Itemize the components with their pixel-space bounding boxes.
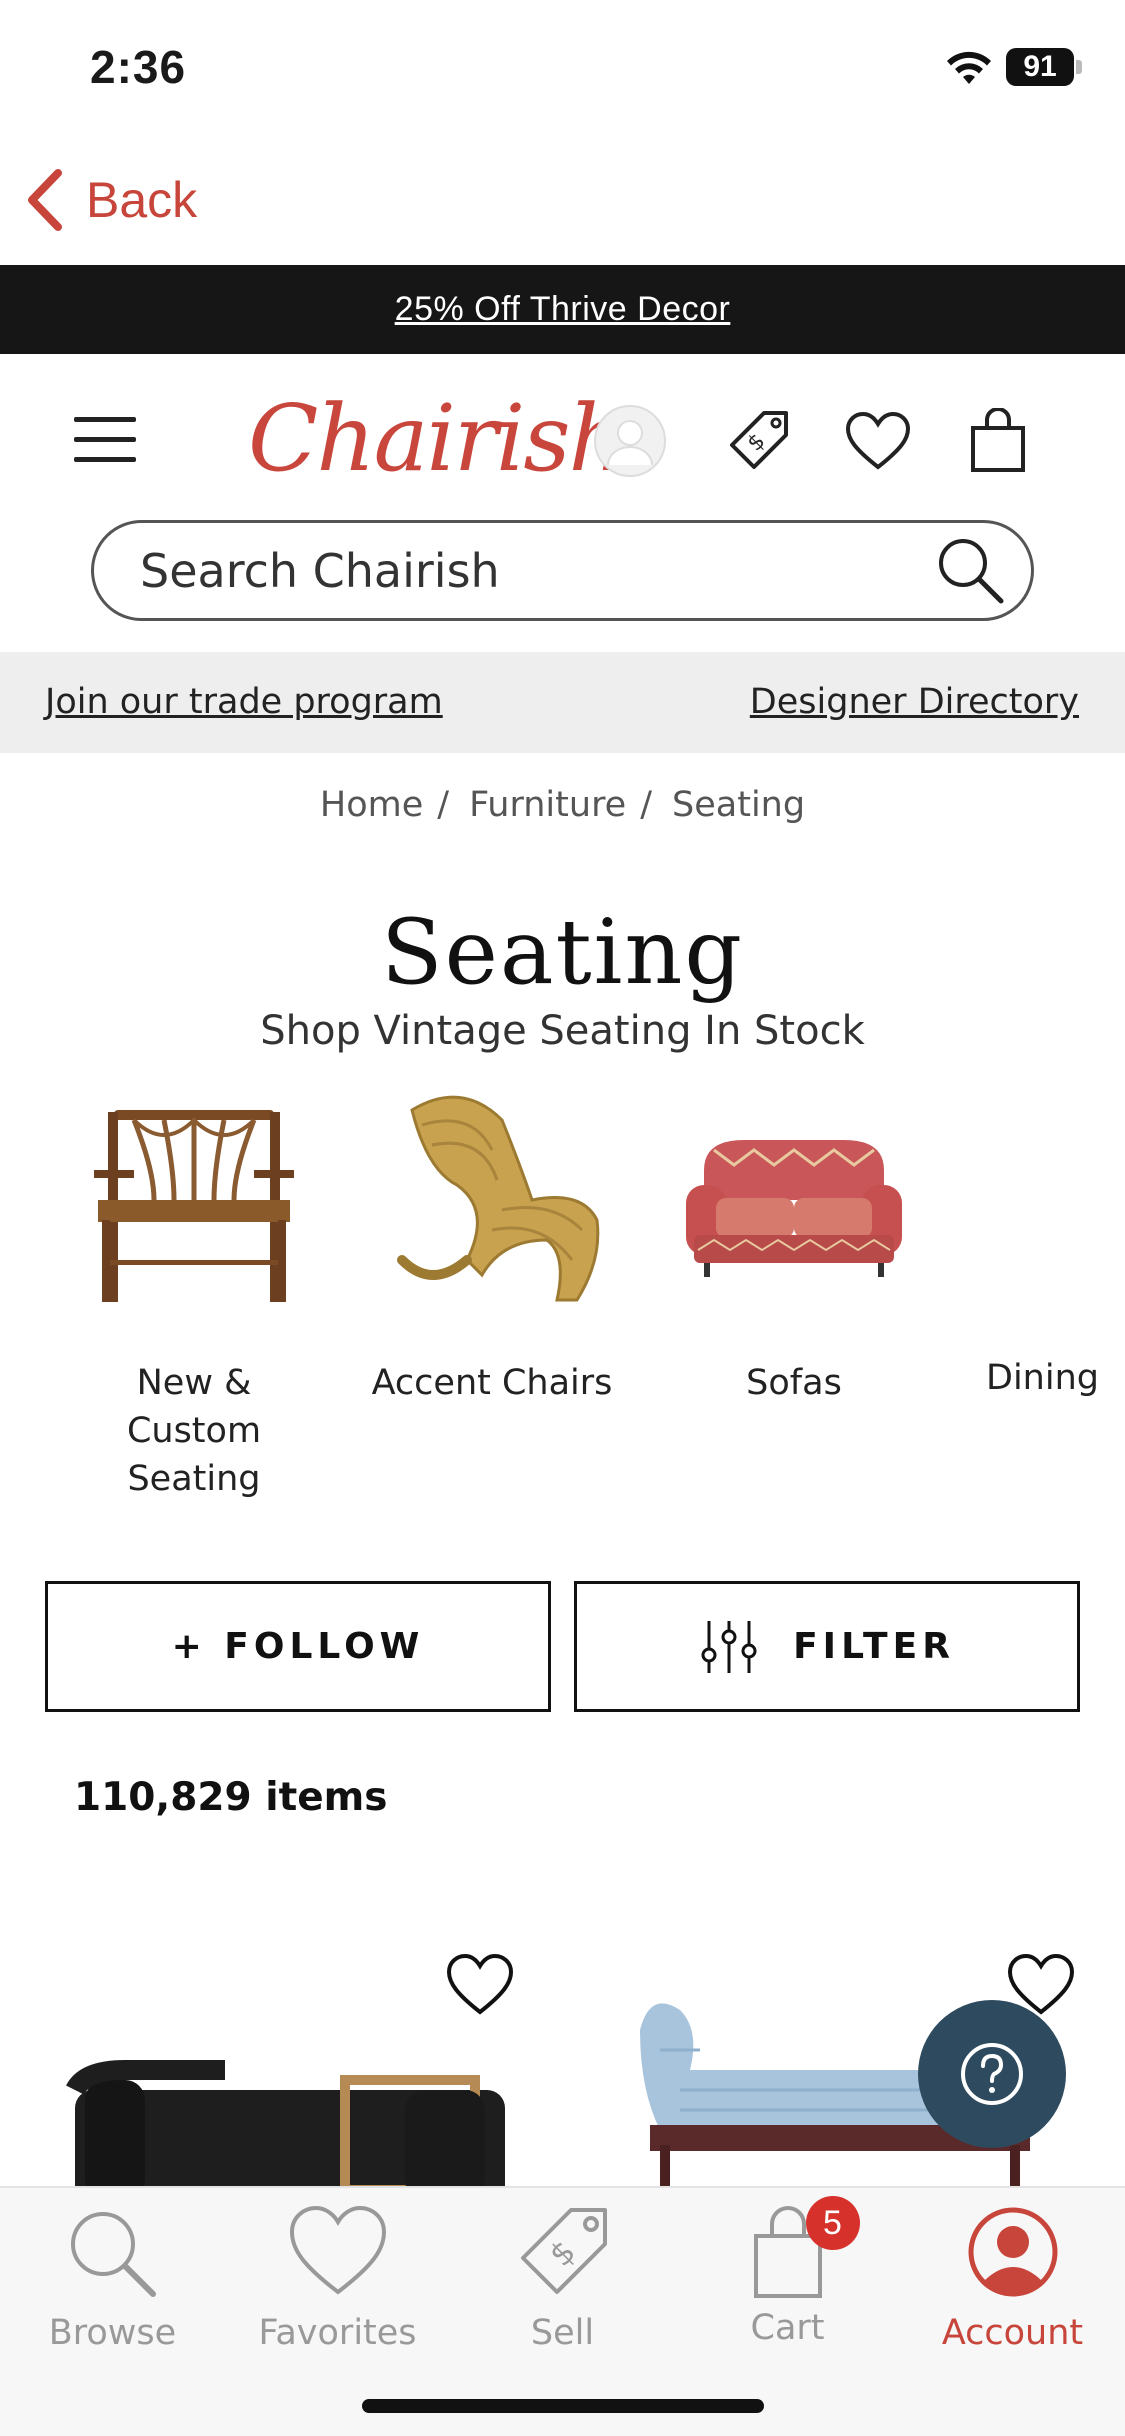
site-header: Chairish $ bbox=[0, 355, 1125, 515]
trade-bar: Join our trade program Designer Director… bbox=[0, 652, 1125, 753]
items-count: 110,829 items bbox=[74, 1775, 388, 1820]
tab-label: Browse bbox=[48, 2313, 177, 2353]
category-label: Accent Chairs bbox=[371, 1363, 613, 1403]
dining-chair-image bbox=[960, 1090, 1125, 1310]
chairish-logo[interactable]: Chairish bbox=[248, 385, 628, 495]
page-subtitle: Shop Vintage Seating In Stock bbox=[260, 1008, 865, 1054]
tab-label: Sell bbox=[530, 2313, 595, 2353]
battery-icon: 91 bbox=[1006, 48, 1074, 86]
search-icon[interactable] bbox=[933, 533, 1007, 607]
category-accent-chairs[interactable]: Accent Chairs bbox=[352, 1090, 632, 1407]
promo-link[interactable]: 25% Off Thrive Decor bbox=[395, 290, 731, 329]
sell-tag-button[interactable]: $ bbox=[720, 403, 796, 479]
breadcrumb-home[interactable]: Home bbox=[320, 785, 423, 825]
account-icon bbox=[968, 2207, 1057, 2297]
menu-button[interactable] bbox=[74, 417, 136, 463]
back-label: Back bbox=[86, 172, 198, 228]
home-indicator bbox=[362, 2399, 764, 2413]
menu-line bbox=[74, 457, 136, 462]
patterned-loveseat-image bbox=[686, 1140, 902, 1277]
promo-banner: 25% Off Thrive Decor bbox=[0, 265, 1125, 354]
back-button[interactable]: Back bbox=[22, 160, 197, 240]
heart-icon bbox=[845, 411, 911, 470]
favorite-heart-icon[interactable] bbox=[445, 1952, 515, 2016]
breadcrumb-separator: / bbox=[437, 785, 450, 825]
breadcrumb-separator: / bbox=[640, 785, 653, 825]
tab-sell[interactable]: $ Sell bbox=[450, 2202, 675, 2353]
menu-line bbox=[74, 437, 136, 442]
cart-badge: 5 bbox=[805, 2196, 860, 2250]
bottom-tab-bar: Browse Favorites $ Sell 5 Cart Account bbox=[0, 2186, 1125, 2436]
question-icon bbox=[961, 2043, 1023, 2105]
tab-browse[interactable]: Browse bbox=[0, 2202, 225, 2353]
cart-icon-wrap: 5 bbox=[738, 2196, 860, 2302]
shopping-bag-icon bbox=[971, 408, 1025, 472]
breadcrumb: Home / Furniture / Seating bbox=[0, 785, 1125, 825]
tab-label: Cart bbox=[750, 2308, 825, 2348]
wooden-bench-image bbox=[94, 1110, 294, 1302]
search-input[interactable] bbox=[140, 543, 900, 598]
page-title: Seating bbox=[380, 900, 745, 1005]
filter-label: FILTER bbox=[793, 1626, 955, 1667]
heart-icon bbox=[289, 2205, 386, 2295]
wicker-chair-image bbox=[397, 1095, 600, 1302]
price-tag-icon: $ bbox=[520, 2208, 607, 2294]
svg-text:$: $ bbox=[541, 2233, 582, 2274]
trade-program-link[interactable]: Join our trade program bbox=[45, 682, 443, 722]
status-time: 2:36 bbox=[90, 41, 187, 93]
category-new-custom-seating[interactable]: New & Custom Seating bbox=[54, 1090, 334, 1503]
cart-button[interactable] bbox=[960, 403, 1036, 479]
menu-line bbox=[74, 417, 136, 422]
price-tag-icon: $ bbox=[730, 411, 788, 469]
breadcrumb-furniture[interactable]: Furniture bbox=[469, 785, 626, 825]
tab-label: Favorites bbox=[258, 2313, 417, 2353]
wifi-icon bbox=[947, 51, 991, 84]
battery-tip bbox=[1076, 60, 1082, 74]
profile-button[interactable] bbox=[592, 403, 668, 479]
favorites-button[interactable] bbox=[840, 403, 916, 479]
help-button[interactable] bbox=[918, 2000, 1066, 2148]
battery-level: 91 bbox=[1023, 50, 1057, 83]
category-label: Sofas bbox=[746, 1363, 842, 1403]
search-icon bbox=[70, 2212, 156, 2297]
tab-cart[interactable]: 5 Cart bbox=[675, 2196, 900, 2348]
filter-button[interactable]: FILTER bbox=[574, 1581, 1080, 1712]
designer-directory-link[interactable]: Designer Directory bbox=[750, 682, 1079, 722]
status-bar: 2:36 91 bbox=[0, 0, 1125, 140]
tab-label: Account bbox=[941, 2313, 1084, 2353]
follow-button[interactable]: + FOLLOW bbox=[45, 1581, 551, 1712]
filter-sliders-icon bbox=[701, 1620, 757, 1673]
chevron-left-icon bbox=[28, 169, 62, 231]
follow-label: + FOLLOW bbox=[171, 1626, 425, 1667]
tab-favorites[interactable]: Favorites bbox=[225, 2202, 450, 2353]
avatar-icon bbox=[594, 405, 666, 477]
breadcrumb-seating[interactable]: Seating bbox=[672, 785, 805, 825]
category-label: New & Custom Seating bbox=[126, 1363, 262, 1499]
category-dining[interactable]: Dining bbox=[960, 1090, 1125, 1402]
search-bar bbox=[91, 520, 1034, 621]
category-sofas[interactable]: Sofas bbox=[654, 1090, 934, 1407]
category-label: Dining bbox=[986, 1358, 1099, 1398]
tab-account[interactable]: Account bbox=[900, 2202, 1125, 2353]
